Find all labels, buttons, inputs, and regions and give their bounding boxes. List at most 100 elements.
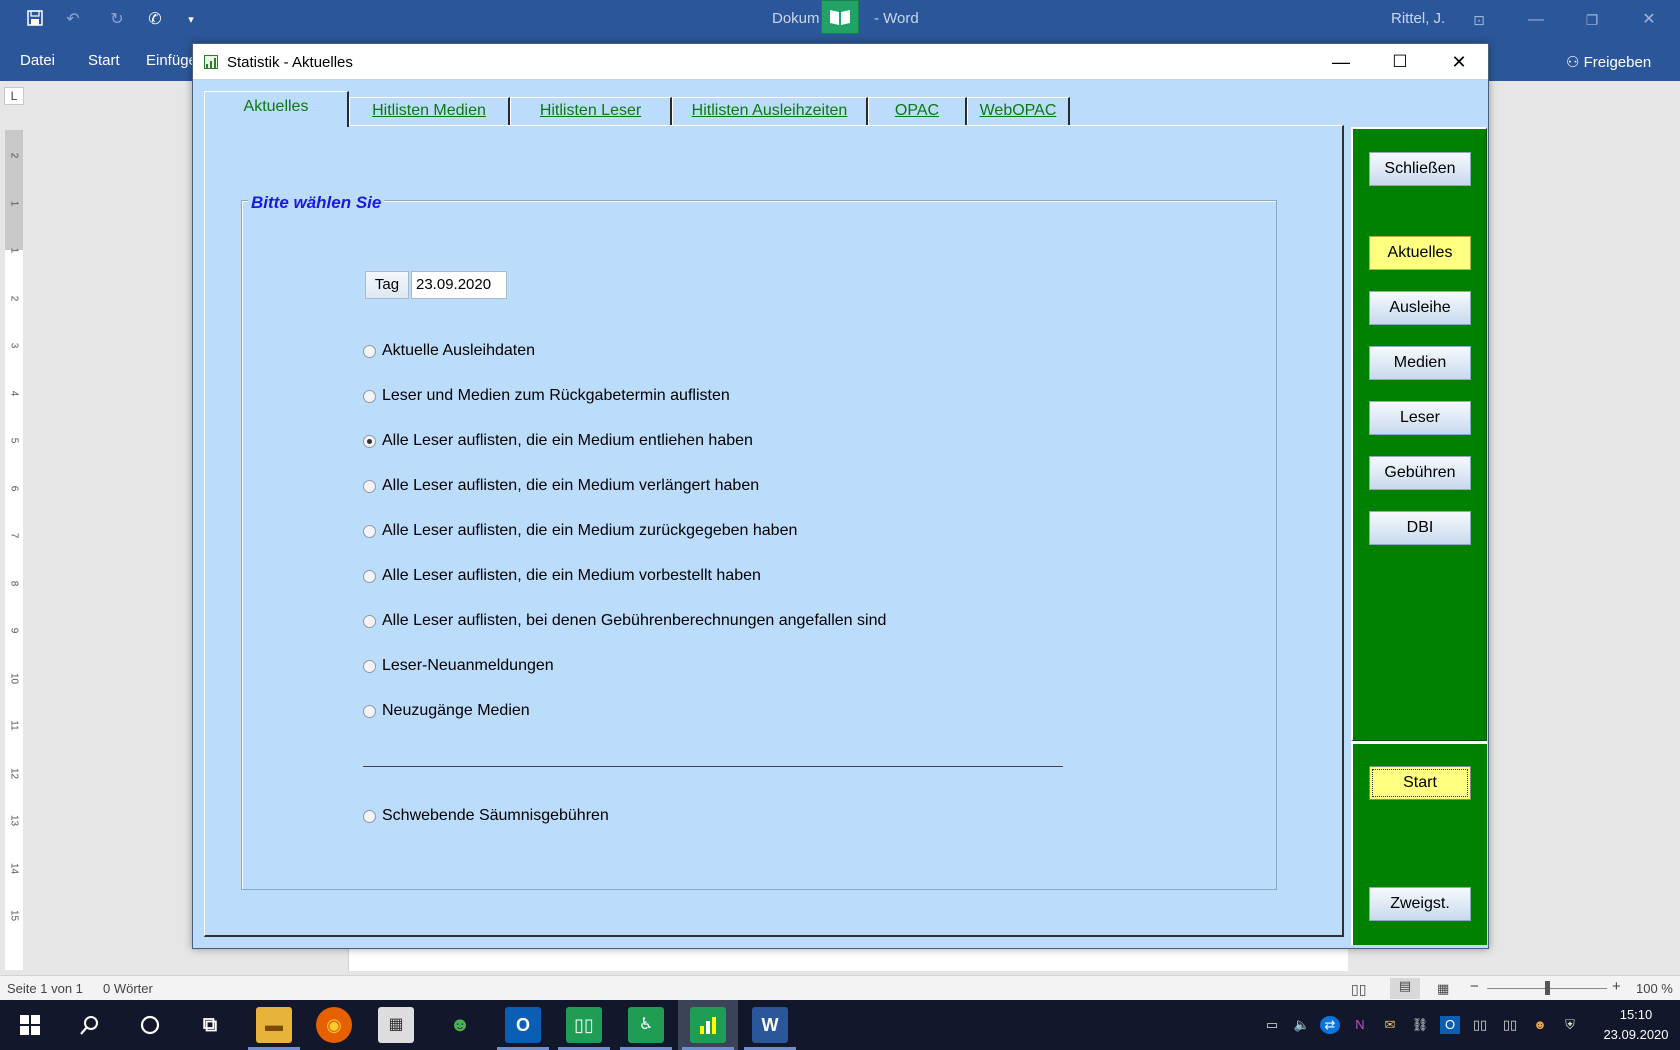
- undo-icon[interactable]: ↶: [62, 10, 84, 30]
- option-saeumnisgebuehren[interactable]: Schwebende Säumnisgebühren: [363, 805, 609, 827]
- start-button[interactable]: Start: [1369, 766, 1471, 800]
- print-layout-icon[interactable]: ▤: [1390, 978, 1420, 999]
- zweigst-button[interactable]: Zweigst.: [1369, 887, 1471, 921]
- search-icon[interactable]: [72, 1007, 108, 1043]
- security-shield-icon[interactable]: ⛨: [1560, 1016, 1580, 1034]
- tab-hitlisten-medien-label: Hitlisten Medien: [372, 102, 486, 119]
- ribbon-tab-start[interactable]: Start: [88, 52, 120, 69]
- option-vorbestellt[interactable]: Alle Leser auflisten, die ein Medium vor…: [363, 565, 761, 587]
- option-aktuelle-ausleihdaten[interactable]: Aktuelle Ausleihdaten: [363, 340, 535, 362]
- zoom-level[interactable]: 100 %: [1636, 981, 1673, 996]
- ruler-number: 11: [8, 720, 20, 731]
- radio-button[interactable]: [363, 524, 376, 538]
- share-label: Freigeben: [1583, 54, 1652, 71]
- tab-opac[interactable]: OPAC: [868, 97, 967, 125]
- radio-button[interactable]: [363, 389, 376, 403]
- zoom-slider-thumb[interactable]: [1545, 981, 1550, 995]
- radio-button[interactable]: [363, 659, 376, 673]
- save-icon[interactable]: [24, 10, 46, 30]
- outlook-icon[interactable]: O: [505, 1007, 541, 1043]
- file-explorer-icon[interactable]: ▬: [256, 1007, 292, 1043]
- option-rueckgabetermin[interactable]: Leser und Medien zum Rückgabetermin aufl…: [363, 385, 730, 407]
- option-zurueckgegeben[interactable]: Alle Leser auflisten, die ein Medium zur…: [363, 520, 797, 542]
- option-label: Aktuelle Ausleihdaten: [382, 342, 535, 359]
- page-count[interactable]: Seite 1 von 1: [7, 981, 83, 996]
- task-view-icon[interactable]: ⧉: [192, 1007, 228, 1043]
- option-verlaengert[interactable]: Alle Leser auflisten, die ein Medium ver…: [363, 475, 759, 497]
- firefox-icon[interactable]: ◉: [316, 1007, 352, 1043]
- dbi-button[interactable]: DBI: [1369, 511, 1471, 545]
- ruler-number: 10: [8, 672, 20, 684]
- volume-icon[interactable]: 🔈: [1292, 1016, 1312, 1034]
- option-label: Schwebende Säumnisgebühren: [382, 807, 609, 824]
- ribbon-display-icon[interactable]: ⊡: [1456, 6, 1502, 34]
- dialog-minimize-icon[interactable]: —: [1318, 48, 1364, 76]
- gebuehren-button[interactable]: Gebühren: [1369, 456, 1471, 490]
- calculator-icon[interactable]: ▦: [378, 1007, 414, 1043]
- reader-tray-icon[interactable]: ☻: [1530, 1016, 1550, 1034]
- tab-hitlisten-leser[interactable]: Hitlisten Leser: [510, 97, 672, 125]
- tab-webopac[interactable]: WebOPAC: [967, 97, 1070, 125]
- option-neuanmeldungen[interactable]: Leser-Neuanmeldungen: [363, 655, 554, 677]
- ribbon-tab-datei[interactable]: Datei: [20, 52, 55, 69]
- read-mode-icon[interactable]: ▯▯: [1351, 981, 1366, 998]
- ruler-number: 12: [8, 767, 20, 779]
- leser-button[interactable]: Leser: [1369, 401, 1471, 435]
- minimize-icon[interactable]: —: [1513, 6, 1559, 34]
- dialog-close-icon[interactable]: ✕: [1436, 48, 1482, 76]
- radio-button[interactable]: [363, 704, 376, 718]
- share-button[interactable]: ⚇ Freigeben: [1566, 53, 1651, 71]
- tab-hitlisten-medien[interactable]: Hitlisten Medien: [349, 97, 510, 125]
- mail-icon[interactable]: ✉: [1380, 1016, 1400, 1034]
- medien-button[interactable]: Medien: [1369, 346, 1471, 380]
- ruler-number: 4: [8, 390, 20, 396]
- reader-app-icon[interactable]: ☻: [442, 1007, 478, 1043]
- onenote-icon[interactable]: N: [1350, 1016, 1370, 1034]
- tab-selector[interactable]: L: [4, 87, 24, 105]
- redo-icon[interactable]: ↻: [106, 10, 128, 30]
- teamviewer-icon[interactable]: ⇄: [1320, 1016, 1340, 1034]
- customize-qat-icon[interactable]: ▾: [180, 10, 202, 30]
- aktuelles-button[interactable]: Aktuelles: [1369, 236, 1471, 270]
- statistics-icon[interactable]: [690, 1007, 726, 1043]
- radio-button[interactable]: [363, 479, 376, 493]
- word-icon[interactable]: W: [752, 1007, 788, 1043]
- windows-start-icon[interactable]: [12, 1007, 48, 1043]
- device-icon[interactable]: ⛓: [1410, 1016, 1430, 1034]
- radio-button[interactable]: [363, 809, 376, 823]
- tab-hitlisten-leser-label: Hitlisten Leser: [539, 102, 642, 119]
- option-gebuehren[interactable]: Alle Leser auflisten, bei denen Gebühren…: [363, 610, 886, 632]
- restore-icon[interactable]: ❐: [1569, 6, 1615, 34]
- dialog-maximize-icon[interactable]: ☐: [1377, 48, 1423, 76]
- lending-icon[interactable]: ♿: [628, 1007, 664, 1043]
- book-tray-icon-2[interactable]: ▯▯: [1500, 1016, 1520, 1034]
- tag-button[interactable]: Tag: [365, 271, 409, 299]
- tab-hitlisten-ausleihzeiten[interactable]: Hitlisten Ausleihzeiten: [672, 97, 868, 125]
- radio-button[interactable]: [363, 344, 376, 358]
- book-tray-icon[interactable]: ▯▯: [1470, 1016, 1490, 1034]
- date-field[interactable]: 23.09.2020: [411, 271, 507, 299]
- radio-button[interactable]: [363, 569, 376, 583]
- ribbon-tab-einfuegen[interactable]: Einfüge: [146, 52, 197, 69]
- ausleihe-button[interactable]: Ausleihe: [1369, 291, 1471, 325]
- taskbar-clock[interactable]: 15:10 23.09.2020: [1596, 1005, 1676, 1045]
- phone-icon[interactable]: ✆: [144, 10, 166, 30]
- tab-aktuelles[interactable]: Aktuelles: [204, 91, 349, 127]
- library-book-icon[interactable]: ▯▯: [566, 1007, 602, 1043]
- outlook-tray-icon[interactable]: O: [1440, 1016, 1460, 1034]
- word-count[interactable]: 0 Wörter: [103, 981, 153, 996]
- option-neuzugaenge[interactable]: Neuzugänge Medien: [363, 700, 530, 722]
- close-icon[interactable]: ✕: [1626, 6, 1672, 34]
- zoom-in-icon[interactable]: +: [1612, 978, 1621, 995]
- option-entliehen[interactable]: Alle Leser auflisten, die ein Medium ent…: [363, 430, 753, 452]
- cortana-icon[interactable]: [132, 1007, 168, 1043]
- radio-button-checked[interactable]: [363, 434, 376, 448]
- close-button[interactable]: Schließen: [1369, 152, 1471, 186]
- network-icon[interactable]: ▭: [1262, 1016, 1282, 1034]
- radio-button[interactable]: [363, 614, 376, 628]
- dialog-title-bar[interactable]: Statistik - Aktuelles — ☐ ✕: [193, 44, 1488, 80]
- statistik-dialog: Statistik - Aktuelles — ☐ ✕ Aktuelles Hi…: [192, 43, 1489, 949]
- web-layout-icon[interactable]: ▦: [1437, 981, 1449, 997]
- zoom-out-icon[interactable]: −: [1470, 978, 1479, 995]
- user-name[interactable]: Rittel, J.: [1391, 10, 1445, 27]
